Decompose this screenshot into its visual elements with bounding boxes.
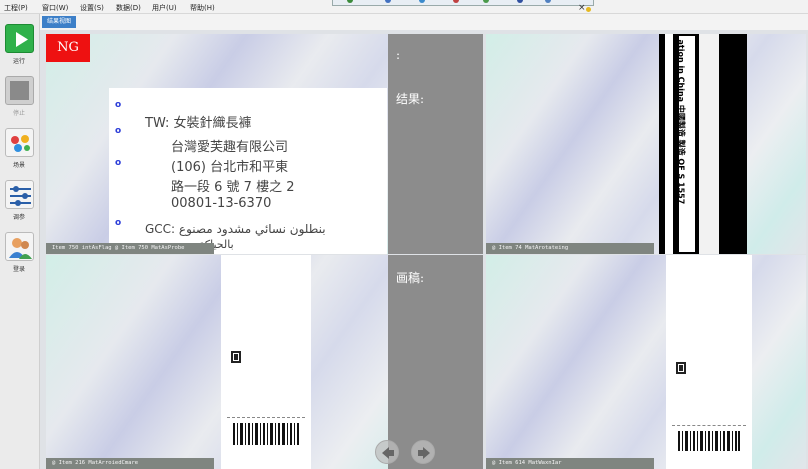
run-button[interactable] [5, 24, 34, 53]
label-line: 00801-13-6370 [171, 196, 272, 211]
panel-background [486, 255, 806, 469]
run-label: 运行 [12, 58, 25, 65]
floating-toolbar [332, 0, 594, 6]
toolbar-icon[interactable] [483, 0, 489, 3]
prev-page-button[interactable] [375, 440, 399, 464]
result-panel-3[interactable]: 画稿: @ Item 216 MatArroiedCmare [46, 255, 483, 469]
label-image [221, 255, 311, 469]
label-image [666, 255, 752, 469]
label-image: o o o o TW: 女裝針織長褲 台灣愛芙趣有限公司 (106) 台北市和平… [109, 88, 387, 254]
divider [672, 425, 746, 426]
arrow-right-icon [418, 447, 430, 459]
menu-window[interactable]: 窗口(W) [42, 3, 68, 13]
result-label: 画稿: [396, 271, 425, 285]
login-button[interactable] [5, 232, 34, 261]
adjust-button[interactable] [5, 180, 34, 209]
menu-project[interactable]: 工程(P) [4, 3, 28, 13]
app-window: 工程(P) 窗口(W) 设置(S) 数据(D) 用户(U) 帮助(H) × 运行… [0, 0, 808, 469]
sidebar: 运行 停止 场景 调参 登录 [0, 14, 40, 469]
panel-caption: @ Item 614 MatWaxnIar [486, 458, 654, 469]
barcode-icon [678, 431, 740, 451]
next-page-button[interactable] [411, 440, 435, 464]
arrow-left-icon [382, 447, 394, 459]
qr-code-icon [231, 351, 241, 363]
barcode-icon [233, 423, 299, 445]
panel-caption: @ Item 74 MatArotateing [486, 243, 654, 254]
result-label: 结果: [396, 92, 425, 106]
ng-badge: NG [46, 34, 90, 62]
stop-label: 停止 [12, 110, 25, 117]
marker-icon: o [115, 126, 122, 136]
menu-user[interactable]: 用户(U) [152, 3, 177, 13]
close-icon[interactable]: × [578, 4, 586, 13]
panel-caption: Item 750 intAsFlag @ Item 750 MatAsProbe [46, 243, 214, 254]
adjust-label: 调参 [12, 214, 25, 221]
toolbar-icon[interactable] [347, 0, 353, 3]
qr-code-icon [676, 362, 686, 374]
result-view: : 结果: o o o o TW: 女裝針織長褲 台灣愛芙趣有限公司 (106)… [40, 30, 808, 469]
result-panel-1[interactable]: : 结果: o o o o TW: 女裝針織長褲 台灣愛芙趣有限公司 (106)… [46, 34, 483, 254]
sliders-icon [10, 186, 31, 206]
users-icon [9, 238, 32, 259]
result-label-top: : [396, 48, 401, 62]
label-gcc: GCC: بنطلون نسائي مشدود مصنوع [145, 222, 326, 236]
marker-icon: o [115, 218, 122, 228]
label-line: (106) 台北市和平東 [171, 160, 289, 175]
tab-bar: 结果视图 [40, 14, 808, 30]
play-icon [16, 32, 28, 47]
label-line: 路一段 6 號 7 樓之 2 [171, 180, 295, 195]
toolbar-icon[interactable] [517, 0, 523, 3]
divider [227, 417, 305, 418]
label-strip [699, 34, 719, 254]
label-line: 台灣愛芙趣有限公司 [171, 140, 289, 155]
gray-column [388, 34, 483, 254]
status-dot-icon [586, 7, 591, 12]
login-label: 登录 [12, 266, 25, 273]
vertical-label-text: ation in China 中國製造 製造 OF S 1557 [676, 39, 686, 205]
result-panel-4[interactable]: @ Item 614 MatWaxnIar [486, 255, 806, 469]
toolbar-icon[interactable] [385, 0, 391, 3]
panel-background [486, 34, 806, 254]
toolbar-icon[interactable] [453, 0, 459, 3]
label-strip [665, 34, 673, 254]
gray-column [388, 255, 483, 469]
stop-button[interactable] [5, 76, 34, 105]
menu-help[interactable]: 帮助(H) [190, 3, 215, 13]
marker-icon: o [115, 100, 122, 110]
toolbar-icon[interactable] [545, 0, 551, 3]
menu-settings[interactable]: 设置(S) [80, 3, 104, 13]
label-tw-title: TW: 女裝針織長褲 [145, 116, 252, 131]
marker-icon: o [115, 158, 122, 168]
menu-data[interactable]: 数据(D) [116, 3, 141, 13]
panel-caption: @ Item 216 MatArroiedCmare [46, 458, 214, 469]
stop-icon [10, 81, 29, 100]
label-image: ation in China 中國製造 製造 OF S 1557 [659, 34, 747, 254]
scene-label: 场景 [12, 162, 25, 169]
scene-button[interactable] [5, 128, 34, 157]
tab-result-view[interactable]: 结果视图 [42, 16, 76, 28]
toolbar-icon[interactable] [419, 0, 425, 3]
scene-icon [11, 135, 30, 152]
result-panel-2[interactable]: ation in China 中國製造 製造 OF S 1557 @ Item … [486, 34, 806, 254]
